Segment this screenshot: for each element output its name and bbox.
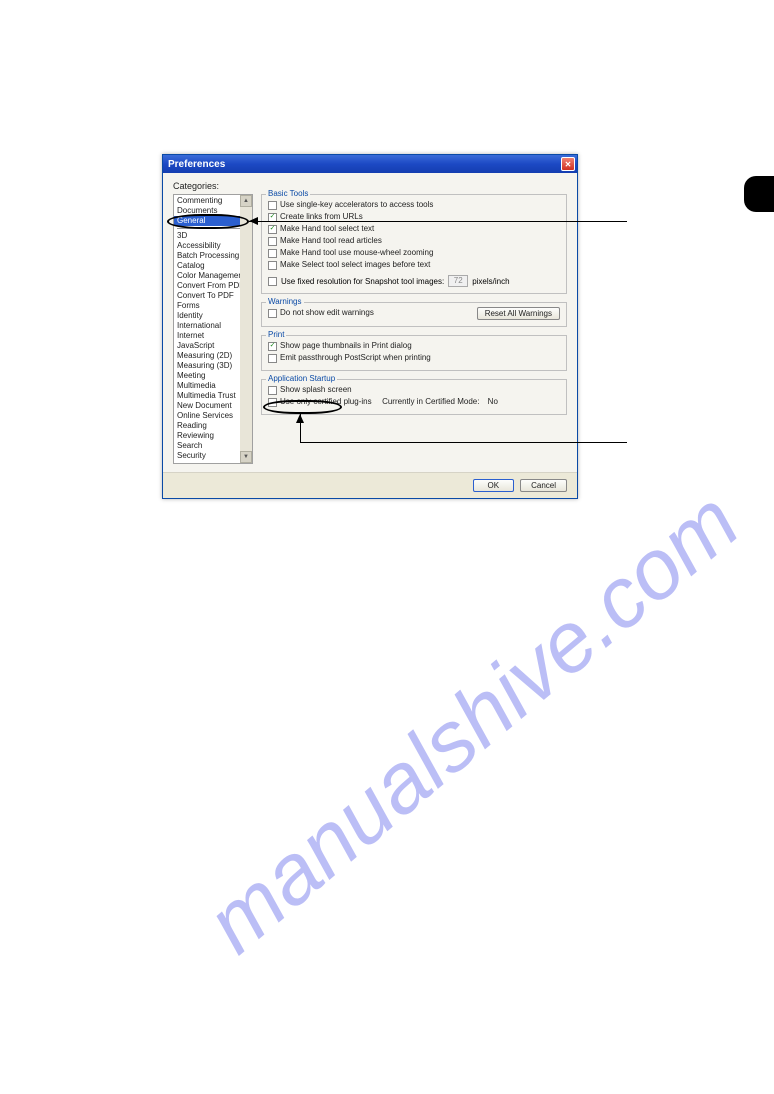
page-edge-tab — [744, 176, 774, 212]
warnings-group: Warnings Do not show edit warnings Reset… — [261, 302, 567, 327]
basic-tools-group: Basic Tools Use single-key accelerators … — [261, 194, 567, 294]
close-icon: ✕ — [565, 160, 572, 169]
print-group: Print ✓Show page thumbnails in Print dia… — [261, 335, 567, 371]
checkbox[interactable] — [268, 249, 277, 258]
resolution-input[interactable]: 72 — [448, 275, 468, 287]
categories-label: Categories: — [173, 181, 567, 191]
categories-list[interactable]: Commenting Documents General 3D Accessib… — [173, 194, 253, 464]
mode-label: Currently in Certified Mode: — [382, 396, 479, 408]
checkbox[interactable] — [268, 398, 277, 407]
close-button[interactable]: ✕ — [561, 157, 575, 171]
option-label: Make Hand tool select text — [280, 223, 374, 235]
option-label: Do not show edit warnings — [280, 307, 374, 319]
checkbox[interactable]: ✓ — [268, 225, 277, 234]
checkbox[interactable]: ✓ — [268, 342, 277, 351]
cancel-button[interactable]: Cancel — [520, 479, 567, 492]
group-legend: Warnings — [266, 297, 304, 306]
ok-button[interactable]: OK — [473, 479, 515, 492]
option-label: Make Hand tool use mouse-wheel zooming — [280, 247, 433, 259]
option-label: Use single-key accelerators to access to… — [280, 199, 433, 211]
arrow-left-icon — [249, 217, 258, 225]
preferences-dialog: Preferences ✕ Categories: Commenting Doc… — [162, 154, 578, 499]
option-label: Show splash screen — [280, 384, 352, 396]
checkbox[interactable] — [268, 277, 277, 286]
option-label: Make Hand tool read articles — [280, 235, 382, 247]
dialog-title: Preferences — [168, 159, 225, 170]
group-legend: Basic Tools — [266, 189, 310, 198]
checkbox[interactable] — [268, 261, 277, 270]
checkbox[interactable] — [268, 201, 277, 210]
startup-group: Application Startup Show splash screen U… — [261, 379, 567, 415]
separator — [177, 228, 249, 229]
group-legend: Application Startup — [266, 374, 337, 383]
checkbox[interactable] — [268, 237, 277, 246]
option-label: Show page thumbnails in Print dialog — [280, 340, 412, 352]
reset-warnings-button[interactable]: Reset All Warnings — [477, 307, 560, 320]
checkbox[interactable] — [268, 354, 277, 363]
mode-value: No — [488, 396, 498, 408]
option-label: Use fixed resolution for Snapshot tool i… — [281, 277, 444, 286]
dialog-footer: OK Cancel — [163, 472, 577, 498]
option-label: Create links from URLs — [280, 211, 363, 223]
arrow-up-icon — [296, 414, 304, 423]
scrollbar[interactable]: ▲ ▼ — [240, 195, 252, 463]
scroll-up-icon[interactable]: ▲ — [240, 195, 252, 207]
checkbox[interactable]: ✓ — [268, 213, 277, 222]
option-label: Use only certified plug-ins — [280, 396, 372, 408]
option-label: Make Select tool select images before te… — [280, 259, 430, 271]
unit-label: pixels/inch — [472, 277, 509, 286]
watermark-text: manualshive.com — [188, 473, 758, 973]
checkbox[interactable] — [268, 386, 277, 395]
titlebar: Preferences ✕ — [163, 155, 577, 173]
scroll-down-icon[interactable]: ▼ — [240, 451, 252, 463]
option-label: Emit passthrough PostScript when printin… — [280, 352, 431, 364]
group-legend: Print — [266, 330, 286, 339]
checkbox[interactable] — [268, 309, 277, 318]
